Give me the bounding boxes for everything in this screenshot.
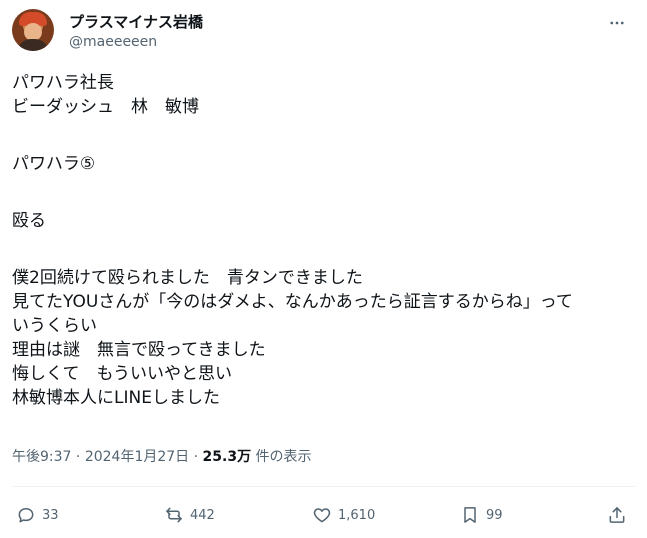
retweet-button[interactable]: 442 <box>164 498 215 532</box>
tweet-line: パワハラ⑤ <box>12 154 96 174</box>
divider <box>12 486 635 487</box>
reply-count: 33 <box>42 507 59 523</box>
like-button[interactable]: 1,610 <box>312 498 375 532</box>
reply-icon <box>18 508 34 523</box>
tweet-line: 殴る <box>12 211 46 231</box>
tweet-line: 悔しくて もういいやと思い <box>12 364 232 384</box>
meta-separator: · <box>75 449 81 465</box>
bookmark-icon <box>464 507 476 523</box>
avatar-body-shape <box>17 39 49 51</box>
display-name[interactable]: プラスマイナス岩橋 <box>69 11 203 32</box>
views-label: 件の表示 <box>255 449 312 465</box>
bookmark-count: 99 <box>486 507 503 523</box>
share-icon <box>609 507 625 523</box>
tweet-line: パワハラ社長 <box>12 73 114 93</box>
heart-icon <box>313 508 331 523</box>
meta-separator: · <box>193 449 199 465</box>
more-options-button[interactable] <box>603 11 631 35</box>
like-count: 1,610 <box>338 507 376 523</box>
tweet-date[interactable]: 2024年1月27日 <box>85 449 189 465</box>
tweet-time[interactable]: 午後9:37 <box>12 449 71 465</box>
tweet-line: ビーダッシュ 林 敏博 <box>12 97 199 117</box>
more-horizontal-icon <box>610 21 624 25</box>
tweet-line: 僕2回続けて殴られました 青タンできました <box>12 268 363 288</box>
tweet-line: 林敏博本人にLINEしました <box>12 388 220 408</box>
tweet-line: 理由は謎 無言で殴ってきました <box>12 340 266 360</box>
tweet-meta: 午後9:37 · 2024年1月27日 · 25.3万 件の表示 <box>12 446 312 466</box>
action-bar: 33 442 1,610 99 <box>12 498 635 532</box>
user-handle[interactable]: @maeeeeen <box>69 34 157 50</box>
retweet-icon <box>166 507 182 523</box>
views-count: 25.3万 <box>202 449 252 465</box>
retweet-count: 442 <box>190 507 215 523</box>
bookmark-button[interactable]: 99 <box>460 498 503 532</box>
avatar[interactable] <box>12 9 54 51</box>
share-button[interactable] <box>607 498 627 532</box>
tweet-line: いうくらい <box>12 316 97 336</box>
tweet-body: パワハラ社長 ビーダッシュ 林 敏博 パワハラ⑤ 殴る 僕2回続けて殴られました… <box>12 71 635 410</box>
tweet-header: プラスマイナス岩橋 @maeeeeen <box>12 9 635 57</box>
reply-button[interactable]: 33 <box>16 498 59 532</box>
tweet-line: 見てたYOUさんが「今のはダメよ、なんかあったら証言するからね」って <box>12 292 573 312</box>
